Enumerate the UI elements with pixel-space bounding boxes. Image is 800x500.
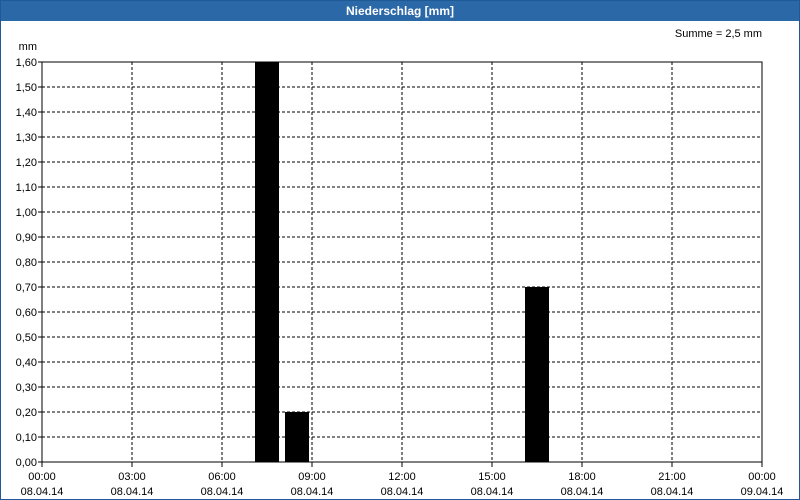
y-tick-label: 0,90 [16, 232, 37, 244]
precipitation-bar [525, 287, 549, 462]
x-tick-date: 08.04.14 [201, 486, 244, 498]
x-tick-time: 03:00 [118, 471, 146, 483]
precipitation-bar [285, 412, 309, 462]
y-tick-label: 0,20 [16, 407, 37, 419]
x-tick-time: 15:00 [478, 471, 506, 483]
x-tick-date: 08.04.14 [381, 486, 424, 498]
chart-window: Niederschlag [mm] mm Summe = 2,5 mm 0,00… [0, 0, 800, 500]
x-tick-date: 08.04.14 [291, 486, 334, 498]
y-tick-label: 1,40 [16, 107, 37, 119]
y-tick-label: 0,30 [16, 382, 37, 394]
y-tick-label: 0,40 [16, 357, 37, 369]
x-tick-date: 08.04.14 [21, 486, 64, 498]
y-axis-label: mm [19, 41, 37, 53]
y-tick-label: 0,80 [16, 257, 37, 269]
y-tick-label: 1,30 [16, 132, 37, 144]
axis-ticks: 0,00 0,10 0,20 0,30 0,40 0,50 0,60 0,70 0,80 0,90… [16, 57, 784, 498]
sum-label: Summe = 2,5 mm [675, 28, 762, 40]
y-tick-label: 1,00 [16, 207, 37, 219]
x-tick-date: 09.04.14 [741, 486, 784, 498]
x-tick-time: 06:00 [208, 471, 236, 483]
y-tick-label: 1,20 [16, 157, 37, 169]
y-tick-label: 0,00 [16, 457, 37, 469]
x-tick-time: 18:00 [568, 471, 596, 483]
y-tick-label: 0,10 [16, 432, 37, 444]
x-tick-time: 00:00 [748, 471, 776, 483]
x-tick-time: 00:00 [28, 471, 56, 483]
y-tick-label: 1,10 [16, 182, 37, 194]
y-tick-label: 0,60 [16, 307, 37, 319]
x-tick-time: 09:00 [298, 471, 326, 483]
y-tick-label: 1,60 [16, 57, 37, 69]
x-tick-date: 08.04.14 [471, 486, 514, 498]
grid [42, 61, 762, 462]
x-tick-time: 12:00 [388, 471, 416, 483]
x-tick-date: 08.04.14 [111, 486, 154, 498]
y-tick-label: 0,70 [16, 282, 37, 294]
precipitation-bar [255, 62, 279, 462]
y-tick-label: 0,50 [16, 332, 37, 344]
x-tick-date: 08.04.14 [561, 486, 604, 498]
x-tick-date: 08.04.14 [651, 486, 694, 498]
y-tick-label: 1,50 [16, 82, 37, 94]
x-tick-time: 21:00 [658, 471, 686, 483]
window-title: Niederschlag [mm] [1, 1, 799, 21]
precipitation-chart: mm Summe = 2,5 mm 0,000,100,200,300,400,… [16, 28, 784, 498]
